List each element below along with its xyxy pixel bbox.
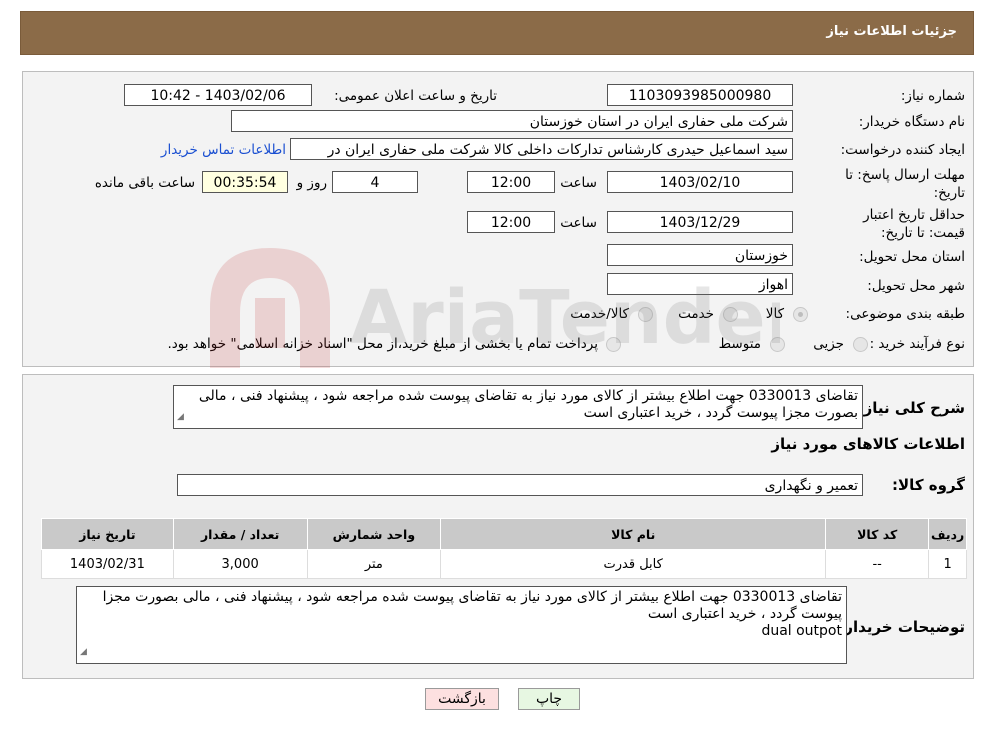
summary-textarea[interactable]: تقاضای 0330013 جهت اطلاع بیشتر از کالای … — [173, 385, 863, 429]
need-number-field: 1103093985000980 — [607, 84, 793, 106]
need-info-panel: شماره نیاز: 1103093985000980 تاریخ و ساع… — [22, 71, 974, 367]
city-field: اهواز — [607, 273, 793, 295]
process-label: نوع فرآیند خرید : — [869, 336, 965, 352]
col-name-header: نام کالا — [440, 518, 827, 550]
need-number-label: شماره نیاز: — [900, 88, 965, 104]
cell-date: 1403/02/31 — [41, 549, 174, 579]
print-button[interactable]: چاپ — [518, 688, 580, 710]
col-code-header: کد کالا — [825, 518, 930, 550]
resize-handle-icon[interactable]: ◢ — [177, 409, 184, 426]
process-note: پرداخت تمام یا بخشی از مبلغ خرید،از محل … — [167, 336, 598, 352]
table-header-row: ردیف کد کالا نام کالا واحد شمارش تعداد /… — [41, 518, 967, 550]
category-service-radio[interactable] — [723, 307, 738, 322]
summary-text: تقاضای 0330013 جهت اطلاع بیشتر از کالای … — [198, 388, 858, 421]
deadline-label: مهلت ارسال پاسخ: تا تاریخ: — [845, 167, 965, 201]
creator-field: سید اسماعیل حیدری کارشناس تدارکات داخلی … — [290, 138, 793, 160]
category-goods-radio[interactable] — [793, 307, 808, 322]
page-header: جزئیات اطلاعات نیاز — [20, 11, 974, 55]
category-label: طبقه بندی موضوعی: — [845, 306, 965, 322]
back-button[interactable]: بازگشت — [425, 688, 499, 710]
goods-panel: شرح کلی نیاز: تقاضای 0330013 جهت اطلاع ب… — [22, 374, 974, 679]
buyer-notes-text: تقاضای 0330013 جهت اطلاع بیشتر از کالای … — [102, 589, 842, 622]
process-treasury-checkbox[interactable] — [606, 337, 621, 352]
process-medium-label: متوسط — [718, 336, 761, 352]
process-medium-radio[interactable] — [770, 337, 785, 352]
process-minor-radio[interactable] — [853, 337, 868, 352]
city-label: شهر محل تحویل: — [867, 278, 965, 294]
goods-info-title: اطلاعات کالاهای مورد نیاز — [771, 435, 965, 453]
buyer-notes-label: توضیحات خریدار: — [838, 618, 965, 636]
goods-group-label: گروه کالا: — [892, 476, 965, 494]
process-minor-label: جزیی — [813, 336, 844, 352]
goods-group-field: تعمیر و نگهداری — [177, 474, 863, 496]
summary-label: شرح کلی نیاز: — [857, 399, 965, 417]
cell-name: کابل قدرت — [440, 549, 827, 579]
col-row-header: ردیف — [928, 518, 967, 550]
creator-label: ایجاد کننده درخواست: — [840, 142, 965, 158]
buyer-org-field: شرکت ملی حفاری ایران در استان خوزستان — [231, 110, 793, 132]
cell-unit: متر — [306, 549, 442, 579]
remaining-label: ساعت باقی مانده — [94, 175, 195, 191]
category-goods-service-label: کالا/خدمت — [570, 306, 629, 322]
deadline-date-field: 1403/02/10 — [607, 171, 793, 193]
validity-time-field: 12:00 — [467, 211, 555, 233]
page-title: جزئیات اطلاعات نیاز — [826, 24, 957, 39]
col-unit-header: واحد شمارش — [306, 518, 442, 550]
buyer-org-label: نام دستگاه خریدار: — [858, 114, 965, 130]
validity-label: حداقل تاریخ اعتبار قیمت: تا تاریخ: — [863, 207, 965, 241]
category-goods-service-radio[interactable] — [638, 307, 653, 322]
announce-label: تاریخ و ساعت اعلان عمومی: — [334, 88, 497, 104]
buyer-notes-extra: dual outpot — [761, 623, 842, 639]
resize-handle-icon[interactable]: ◢ — [80, 644, 87, 661]
goods-table: ردیف کد کالا نام کالا واحد شمارش تعداد /… — [41, 518, 967, 579]
buyer-contact-link[interactable]: اطلاعات تماس خریدار — [161, 142, 286, 158]
remaining-time-field: 00:35:54 — [202, 171, 288, 193]
cell-row: 1 — [928, 549, 967, 579]
cell-qty: 3,000 — [172, 549, 308, 579]
deadline-time-label: ساعت — [560, 175, 597, 191]
days-field: 4 — [332, 171, 418, 193]
province-field: خوزستان — [607, 244, 793, 266]
validity-time-label: ساعت — [560, 215, 597, 231]
province-label: استان محل تحویل: — [859, 249, 965, 265]
cell-code: -- — [825, 549, 930, 579]
table-row: 1 -- کابل قدرت متر 3,000 1403/02/31 — [41, 549, 967, 579]
buyer-notes-textarea[interactable]: تقاضای 0330013 جهت اطلاع بیشتر از کالای … — [76, 586, 847, 664]
deadline-time-field: 12:00 — [467, 171, 555, 193]
col-date-header: تاریخ نیاز — [41, 518, 174, 550]
category-service-label: خدمت — [678, 306, 714, 322]
category-goods-label: کالا — [765, 306, 784, 322]
announce-datetime-field: 1403/02/06 - 10:42 — [124, 84, 312, 106]
validity-date-field: 1403/12/29 — [607, 211, 793, 233]
col-qty-header: تعداد / مقدار — [172, 518, 308, 550]
days-label: روز و — [296, 175, 327, 191]
